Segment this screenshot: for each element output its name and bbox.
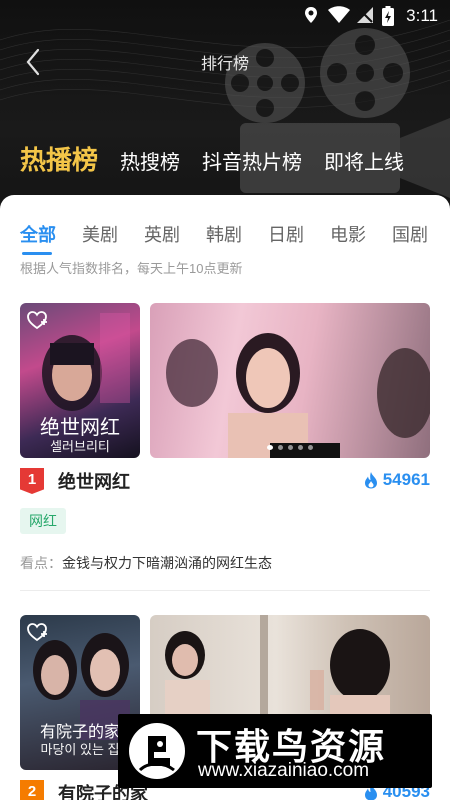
page-title: 排行榜 bbox=[200, 56, 249, 73]
bird-logo-icon bbox=[129, 723, 185, 779]
clock: 3:11 bbox=[406, 6, 438, 25]
list-item[interactable]: 绝世网红 셀러브리티 1 绝世网红 54961 网红 看点：金钱与权力下暗潮汹涌… bbox=[20, 303, 430, 593]
ranking-panel: 全部 美剧 英剧 韩剧 日剧 电影 国剧 根据人气指数排名，每天上午10点更新 … bbox=[0, 195, 450, 800]
flame-icon bbox=[364, 472, 377, 489]
category-jp-drama[interactable]: 日剧 bbox=[268, 221, 304, 247]
tab-upcoming[interactable]: 即将上线 bbox=[324, 146, 404, 175]
tab-hot-search[interactable]: 热搜榜 bbox=[120, 146, 180, 175]
favorite-add-icon[interactable] bbox=[26, 621, 48, 643]
watermark-url: www.xiazainiao.com bbox=[198, 760, 370, 781]
signal-icon bbox=[357, 7, 373, 23]
rank-tab-bar: 热播榜 热搜榜 抖音热片榜 即将上线 bbox=[20, 140, 404, 180]
divider bbox=[20, 590, 430, 591]
tab-hot-play[interactable]: 热播榜 bbox=[20, 140, 98, 177]
highlight-value: 金钱与权力下暗潮汹涌的网红生态 bbox=[62, 555, 272, 571]
highlight-label: 看点： bbox=[20, 555, 62, 571]
carousel-dot bbox=[298, 445, 303, 450]
battery-icon bbox=[382, 6, 394, 26]
carousel-dot bbox=[278, 445, 283, 450]
watermark-banner: 下载鸟资源 www.xiazainiao.com bbox=[118, 714, 432, 788]
category-all[interactable]: 全部 bbox=[20, 221, 56, 255]
heat-value: 54961 bbox=[382, 470, 430, 489]
category-kr-drama[interactable]: 韩剧 bbox=[206, 221, 242, 247]
rank-badge: 1 bbox=[20, 468, 44, 494]
tab-douyin-hot[interactable]: 抖音热片榜 bbox=[202, 146, 302, 175]
wifi-icon bbox=[328, 6, 350, 23]
category-cn-drama[interactable]: 国剧 bbox=[392, 221, 428, 247]
rank-badge: 2 bbox=[20, 780, 44, 800]
status-bar: 3:11 bbox=[0, 0, 450, 32]
highlight-text: 看点：金钱与权力下暗潮汹涌的网红生态 bbox=[20, 553, 272, 573]
category-tab-bar: 全部 美剧 英剧 韩剧 日剧 电影 国剧 bbox=[20, 221, 428, 255]
carousel-dot bbox=[308, 445, 313, 450]
show-title[interactable]: 绝世网红 bbox=[58, 468, 130, 494]
favorite-add-icon[interactable] bbox=[26, 309, 48, 331]
carousel-dot bbox=[267, 445, 273, 450]
carousel-dots bbox=[150, 445, 430, 450]
poster-subtitle: 셀러브리티 bbox=[50, 439, 110, 454]
carousel-dot bbox=[288, 445, 293, 450]
location-icon bbox=[305, 7, 317, 23]
header: 3:11 排行榜 热播榜 热搜榜 抖音热片榜 即将上线 bbox=[0, 0, 450, 215]
category-uk-drama[interactable]: 英剧 bbox=[144, 221, 180, 247]
still-image[interactable] bbox=[150, 303, 430, 458]
ranking-hint: 根据人气指数排名，每天上午10点更新 bbox=[20, 261, 243, 276]
still-figure bbox=[166, 333, 430, 458]
heat-score: 54961 bbox=[363, 470, 430, 490]
genre-tag[interactable]: 网红 bbox=[20, 508, 66, 534]
category-movie[interactable]: 电影 bbox=[330, 221, 366, 247]
poster-image[interactable]: 绝世网红 셀러브리티 bbox=[20, 303, 140, 458]
category-us-drama[interactable]: 美剧 bbox=[82, 221, 118, 247]
